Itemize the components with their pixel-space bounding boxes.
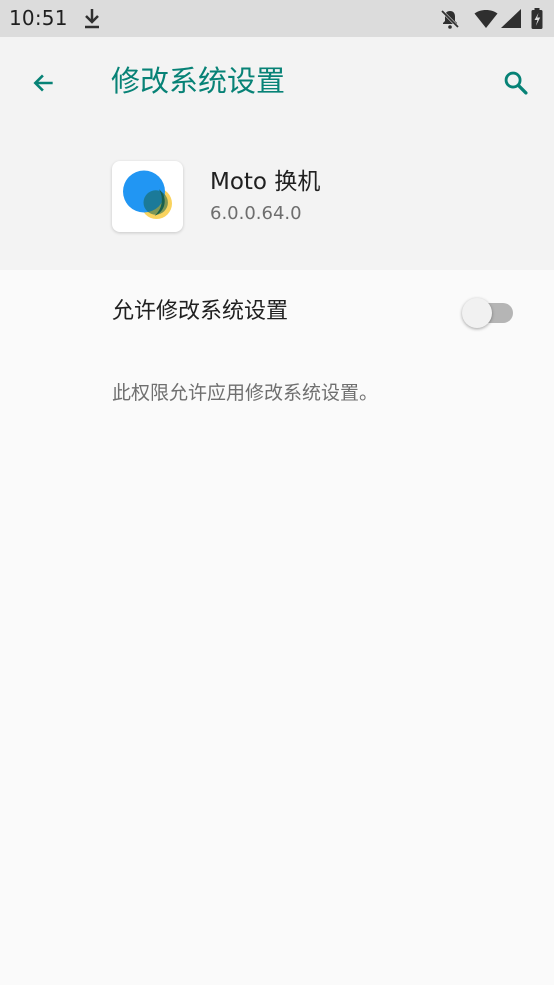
status-bar: 10:51	[0, 0, 554, 37]
do-not-disturb-icon	[440, 9, 460, 29]
setting-description: 此权限允许应用修改系统设置。	[112, 382, 379, 404]
back-button[interactable]	[20, 59, 68, 107]
setting-label: 允许修改系统设置	[112, 299, 289, 324]
signal-icon	[501, 9, 521, 28]
app-version: 6.0.0.64.0	[210, 203, 302, 224]
back-arrow-icon	[33, 74, 53, 92]
app-bar: 修改系统设置 Moto 换机 6.0.0.64.0	[0, 37, 554, 270]
wifi-icon	[474, 10, 498, 28]
download-icon	[85, 9, 99, 29]
allow-modify-system-settings-row[interactable]: 允许修改系统设置	[0, 270, 554, 356]
moto-migrate-app-icon	[123, 170, 172, 219]
search-icon	[504, 71, 528, 95]
search-button[interactable]	[492, 59, 540, 107]
battery-icon	[531, 8, 543, 29]
page-title: 修改系统设置	[111, 64, 286, 98]
app-name: Moto 换机	[210, 169, 321, 195]
allow-modify-system-settings-toggle[interactable]	[462, 298, 514, 328]
status-time: 10:51	[9, 6, 68, 30]
app-icon	[112, 161, 183, 232]
toggle-thumb	[462, 298, 492, 328]
